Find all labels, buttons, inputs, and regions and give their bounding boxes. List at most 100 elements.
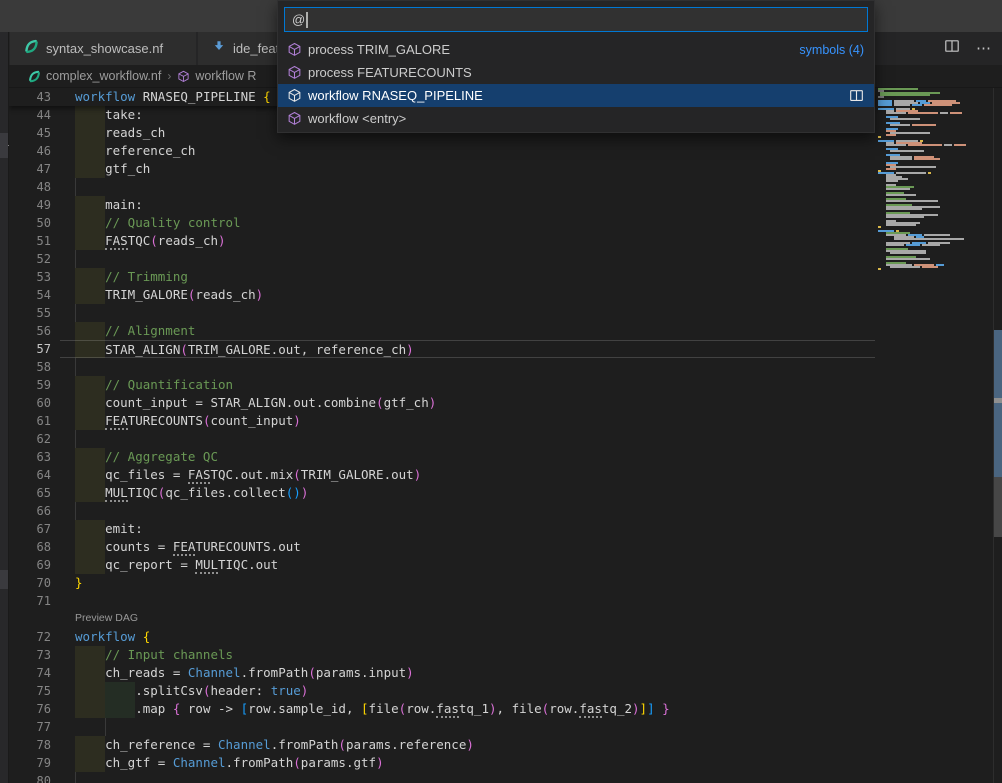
rail-marker	[0, 570, 8, 589]
code-line[interactable]: 67 emit:	[9, 520, 875, 538]
code-text: // Trimming	[60, 268, 875, 286]
line-number[interactable]: 78	[9, 736, 60, 754]
rail-marker	[0, 133, 8, 158]
line-number[interactable]: 45	[9, 124, 60, 142]
code-line[interactable]: 50 // Quality control	[9, 214, 875, 232]
code-line[interactable]: 56 // Alignment	[9, 322, 875, 340]
line-number[interactable]: 46	[9, 142, 60, 160]
line-number[interactable]: 79	[9, 754, 60, 772]
code-line[interactable]: 49 main:	[9, 196, 875, 214]
line-number[interactable]: 74	[9, 664, 60, 682]
line-number[interactable]: 61	[9, 412, 60, 430]
line-number[interactable]: 80	[9, 772, 60, 783]
scrollbar-track[interactable]	[993, 88, 1002, 783]
scrollbar-thumb[interactable]	[994, 477, 1002, 537]
code-line[interactable]: 65 MULTIQC(qc_files.collect())	[9, 484, 875, 502]
code-line[interactable]: 80	[9, 772, 875, 783]
line-number[interactable]: 54	[9, 286, 60, 304]
line-number[interactable]: 53	[9, 268, 60, 286]
line-number[interactable]: 69	[9, 556, 60, 574]
code-line[interactable]: 64 qc_files = FASTQC.out.mix(TRIM_GALORE…	[9, 466, 875, 484]
code-line[interactable]: 54 TRIM_GALORE(reads_ch)	[9, 286, 875, 304]
line-number[interactable]: 51	[9, 232, 60, 250]
line-number[interactable]: 58	[9, 358, 60, 376]
line-number[interactable]: 50	[9, 214, 60, 232]
code-line[interactable]: 52	[9, 250, 875, 268]
line-number[interactable]: 63	[9, 448, 60, 466]
line-number[interactable]: 72	[9, 628, 60, 646]
breadcrumb-file[interactable]: complex_workflow.nf	[46, 69, 161, 83]
line-number[interactable]: 60	[9, 394, 60, 412]
scrollbar-range-decoration	[994, 330, 1002, 477]
split-editor-button[interactable]	[849, 88, 864, 103]
line-number[interactable]: 70	[9, 574, 60, 592]
code-line[interactable]: 68 counts = FEATURECOUNTS.out	[9, 538, 875, 556]
line-number[interactable]: 64	[9, 466, 60, 484]
line-number[interactable]: 55	[9, 304, 60, 322]
code-line[interactable]: 75 .splitCsv(header: true)	[9, 682, 875, 700]
code-text	[60, 430, 875, 448]
code-line[interactable]: 71	[9, 592, 875, 610]
line-number[interactable]: 67	[9, 520, 60, 538]
minimap[interactable]	[876, 88, 993, 783]
code-line[interactable]: 79 ch_gtf = Channel.fromPath(params.gtf)	[9, 754, 875, 772]
line-number[interactable]: 48	[9, 178, 60, 196]
tab-syntax-showcase[interactable]: syntax_showcase.nf	[10, 32, 196, 65]
line-number[interactable]: 75	[9, 682, 60, 700]
line-number[interactable]: 57	[9, 340, 60, 358]
code-line[interactable]: 61 FEATURECOUNTS(count_input)	[9, 412, 875, 430]
line-number[interactable]: 43	[9, 88, 60, 106]
code-line[interactable]: 46 reference_ch	[9, 142, 875, 160]
code-line[interactable]: 47 gtf_ch	[9, 160, 875, 178]
tab-label: ide_feat	[233, 41, 279, 56]
code-line[interactable]: 66	[9, 502, 875, 520]
code-line[interactable]: 62	[9, 430, 875, 448]
code-line[interactable]: 77	[9, 718, 875, 736]
code-line[interactable]: 57 STAR_ALIGN(TRIM_GALORE.out, reference…	[9, 340, 875, 358]
code-line[interactable]: 60 count_input = STAR_ALIGN.out.combine(…	[9, 394, 875, 412]
line-number[interactable]: 76	[9, 700, 60, 718]
code-text	[60, 718, 875, 736]
code-line[interactable]: 55	[9, 304, 875, 322]
code-line[interactable]: 48	[9, 178, 875, 196]
codelens-preview-dag[interactable]: Preview DAG	[75, 610, 375, 628]
quick-pick-item[interactable]: workflow <entry>	[278, 107, 874, 130]
code-line[interactable]: 53 // Trimming	[9, 268, 875, 286]
line-number[interactable]: 59	[9, 376, 60, 394]
code-editor[interactable]: 43workflow RNASEQ_PIPELINE {44 take:45 r…	[9, 88, 1002, 783]
line-number[interactable]: 56	[9, 322, 60, 340]
quick-input-field[interactable]: @	[284, 7, 868, 32]
left-rail[interactable]: ⋯	[0, 32, 9, 783]
code-text: }	[60, 574, 875, 592]
line-number[interactable]: 44	[9, 106, 60, 124]
more-actions-button[interactable]: ⋯	[976, 44, 992, 54]
quick-pick-item[interactable]: workflow RNASEQ_PIPELINE	[278, 84, 874, 107]
line-number[interactable]: 52	[9, 250, 60, 268]
line-number[interactable]: 49	[9, 196, 60, 214]
line-number[interactable]: 66	[9, 502, 60, 520]
code-line[interactable]: 74 ch_reads = Channel.fromPath(params.in…	[9, 664, 875, 682]
code-line[interactable]: 59 // Quantification	[9, 376, 875, 394]
breadcrumb-symbol[interactable]: workflow R	[195, 69, 256, 83]
code-line[interactable]: 58	[9, 358, 875, 376]
code-line[interactable]: 70}	[9, 574, 875, 592]
line-number[interactable]: 73	[9, 646, 60, 664]
code-line[interactable]: 69 qc_report = MULTIQC.out	[9, 556, 875, 574]
quick-pick-item[interactable]: process FEATURECOUNTS	[278, 61, 874, 84]
code-line[interactable]: 63 // Aggregate QC	[9, 448, 875, 466]
line-number[interactable]: 68	[9, 538, 60, 556]
line-number[interactable]: 65	[9, 484, 60, 502]
code-line[interactable]: 72workflow {	[9, 628, 875, 646]
code-line[interactable]: 73 // Input channels	[9, 646, 875, 664]
line-number[interactable]: 77	[9, 718, 60, 736]
symbol-namespace-icon	[287, 65, 302, 80]
split-editor-button[interactable]	[944, 38, 960, 59]
symbol-namespace-icon	[287, 88, 302, 103]
line-number[interactable]: 47	[9, 160, 60, 178]
code-line[interactable]: 76 .map { row -> [row.sample_id, [file(r…	[9, 700, 875, 718]
code-line[interactable]: 78 ch_reference = Channel.fromPath(param…	[9, 736, 875, 754]
line-number[interactable]: 71	[9, 592, 60, 610]
code-line[interactable]: 51 FASTQC(reads_ch)	[9, 232, 875, 250]
quick-pick-item[interactable]: process TRIM_GALOREsymbols (4)	[278, 38, 874, 61]
line-number[interactable]: 62	[9, 430, 60, 448]
